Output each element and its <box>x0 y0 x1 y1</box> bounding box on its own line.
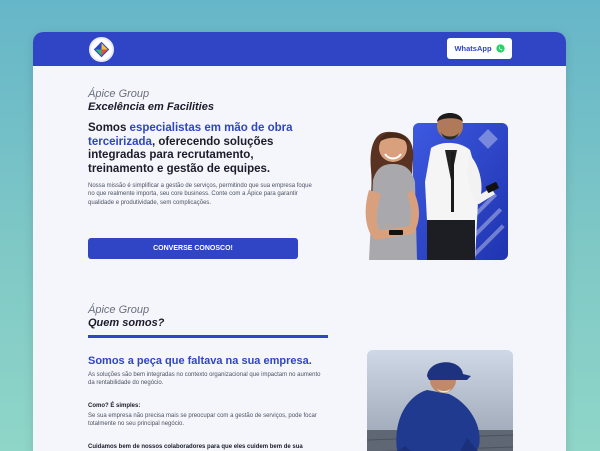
about-headline: Somos a peça que faltava na sua empresa. <box>88 355 312 367</box>
worker-photo <box>367 350 513 451</box>
about-title: Quem somos? <box>88 317 165 329</box>
hero-headline: Somos especialistas em mão de obra terce… <box>88 122 303 176</box>
about-paragraph-2: Se sua empresa não precisa mais se preoc… <box>88 413 317 428</box>
site-frame: WhatsApp Ápice Group Excelência em Facil… <box>33 32 566 451</box>
headline-part-1: Somos <box>88 122 130 134</box>
worker-illustration <box>367 350 513 451</box>
hero-description: Nossa missão é simplificar a gestão de s… <box>88 183 312 206</box>
whatsapp-button-label: WhatsApp <box>454 44 492 53</box>
apice-logo[interactable] <box>89 37 114 62</box>
top-navbar: WhatsApp <box>33 32 566 66</box>
hero-subtitle: Excelência em Facilities <box>88 101 214 113</box>
about-divider <box>88 335 328 338</box>
about-kicker: Ápice Group <box>88 304 150 316</box>
hero-photo <box>333 90 509 260</box>
about-paragraph-1: As soluções são bem integradas no contex… <box>88 372 321 387</box>
how-title: Como? É simples: <box>88 403 141 409</box>
about-paragraph-3: Cuidamos bem de nossos colaboradores par… <box>88 444 303 450</box>
whatsapp-button[interactable]: WhatsApp <box>447 38 512 59</box>
logo-mark <box>93 41 110 58</box>
hero-illustration <box>365 113 508 260</box>
contact-cta-button[interactable]: CONVERSE CONOSCO! <box>88 238 298 259</box>
whatsapp-icon <box>495 44 505 53</box>
hero-kicker: Ápice Group <box>88 88 150 100</box>
